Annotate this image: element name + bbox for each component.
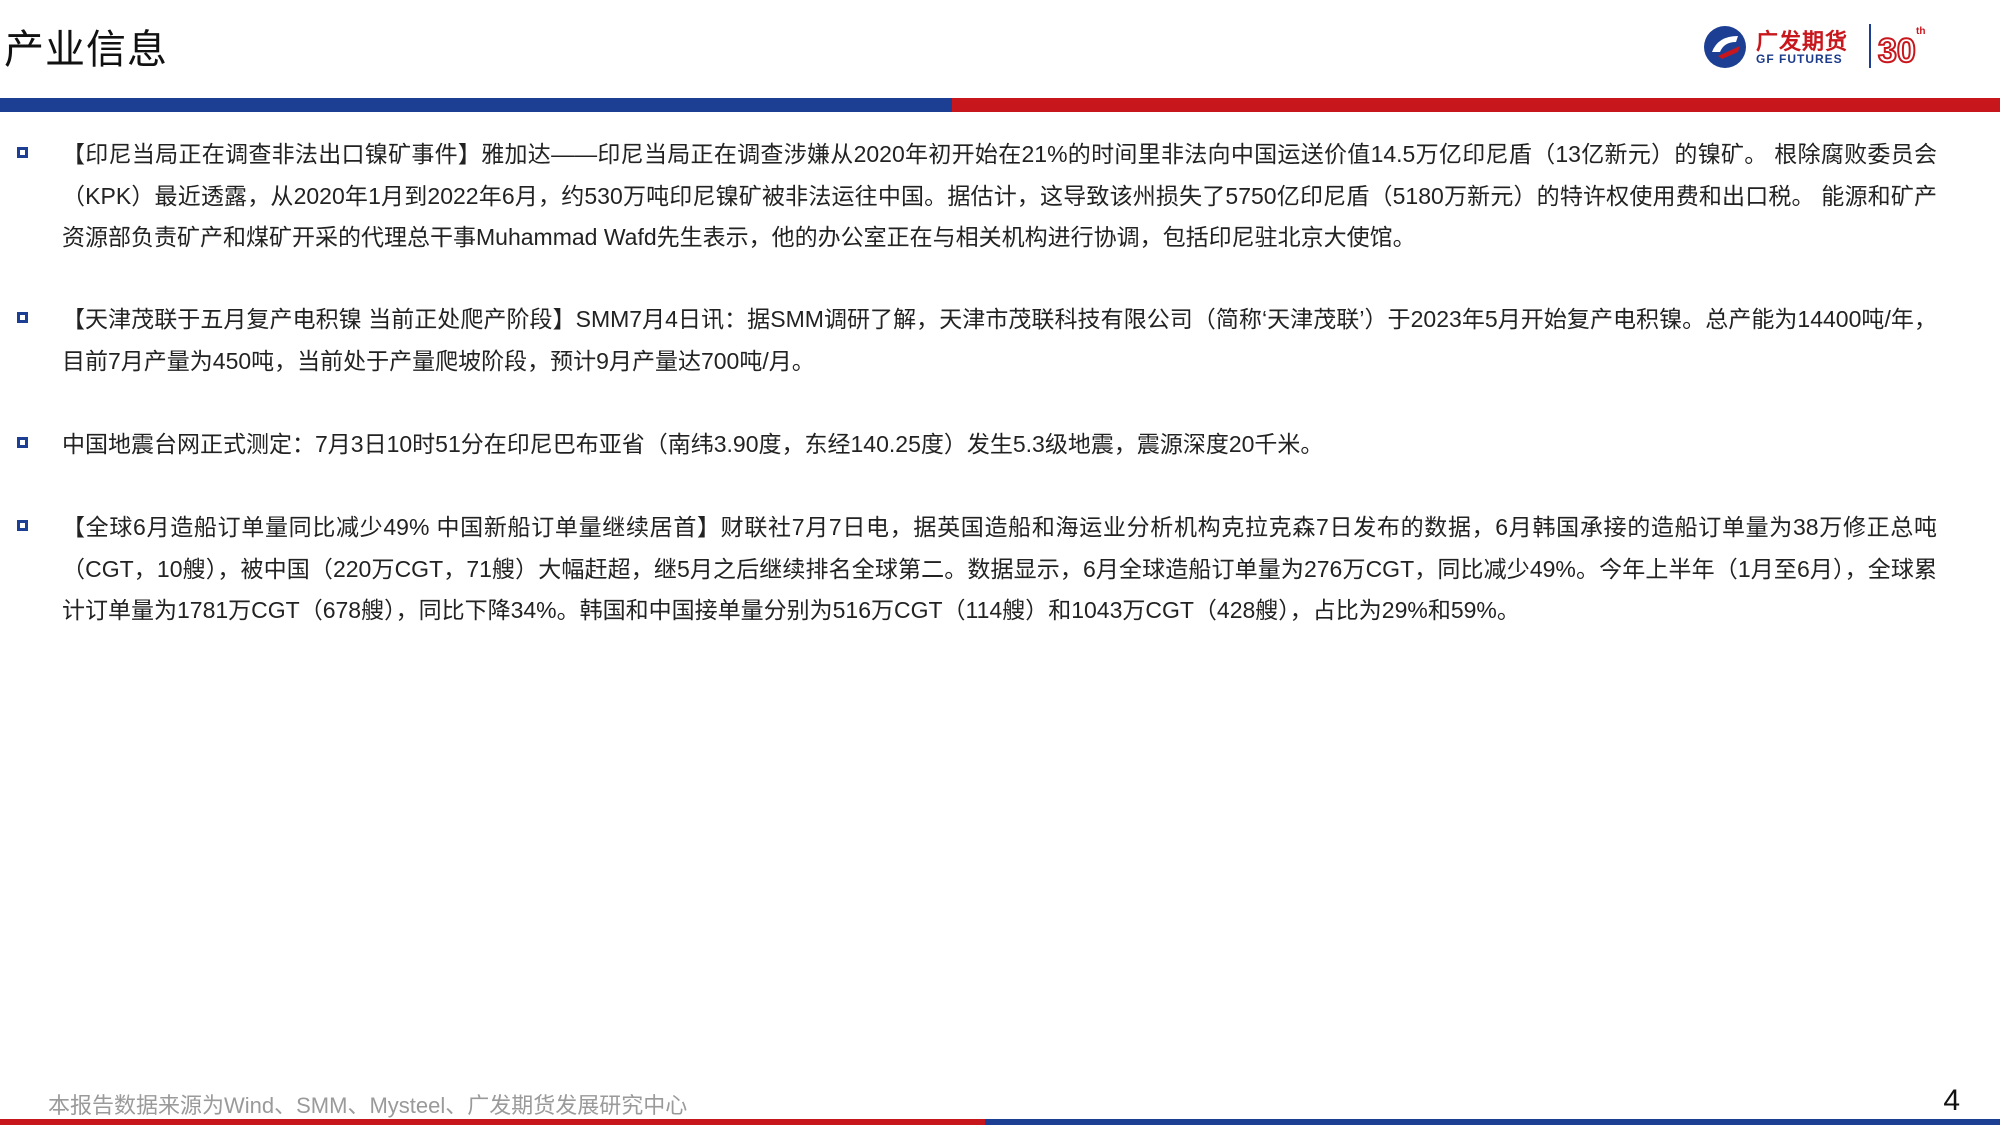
anniversary-mark: 30 th [1868,20,1930,77]
page-number: 4 [1943,1084,1960,1117]
news-item-text: 中国地震台网正式测定：7月3日10时51分在印尼巴布亚省（南纬3.90度，东经1… [62,431,1324,457]
hollow-square-icon [17,312,28,323]
hollow-square-icon [17,437,28,448]
gf-futures-logo: 广发期货 GF FUTURES 30 th [1700,20,1930,72]
news-item-text: 【全球6月造船订单量同比减少49% 中国新船订单量继续居首】财联社7月7日电，据… [62,514,1937,623]
news-item-text: 【印尼当局正在调查非法出口镍矿事件】雅加达——印尼当局正在调查涉嫌从2020年初… [62,141,1937,250]
logo-name-en: GF FUTURES [1756,52,1843,66]
anniversary-suffix: th [1916,26,1925,37]
data-source-note: 本报告数据来源为Wind、SMM、Mysteel、广发期货发展研究中心 [48,1093,688,1118]
footer-divider [0,1119,2000,1125]
gf-futures-logo-icon [1704,26,1746,68]
header-divider [0,98,2000,112]
page-title: 产业信息 [4,28,168,72]
hollow-square-icon [17,520,28,531]
news-item-text: 【天津茂联于五月复产电积镍 当前正处爬产阶段】SMM7月4日讯：据SMM调研了解… [62,306,1937,374]
hollow-square-icon [17,147,28,158]
anniversary-number: 30 [1878,32,1916,70]
